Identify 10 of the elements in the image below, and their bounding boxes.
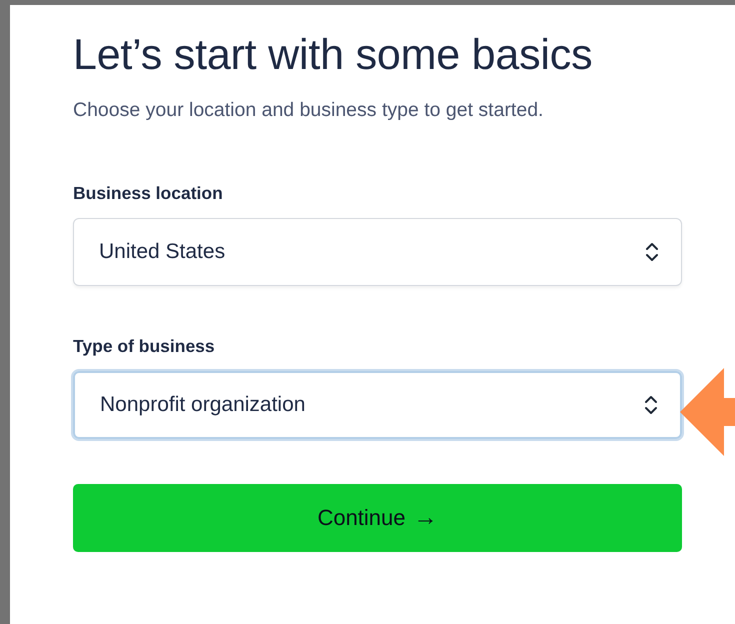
page-subtitle: Choose your location and business type to get started. [73, 99, 544, 122]
field-label: Business location [73, 183, 224, 204]
select-field[interactable]: Nonprofit organization [73, 371, 682, 439]
chevron-updown-icon [644, 394, 658, 416]
arrow-icon [680, 368, 735, 456]
page-title: Let’s start with some basics [73, 30, 594, 81]
field-label: Type of business [73, 336, 216, 357]
chevron-updown-icon [645, 241, 659, 263]
select-field[interactable]: United States [73, 218, 682, 286]
continue-button[interactable]: Continue → [73, 484, 682, 552]
